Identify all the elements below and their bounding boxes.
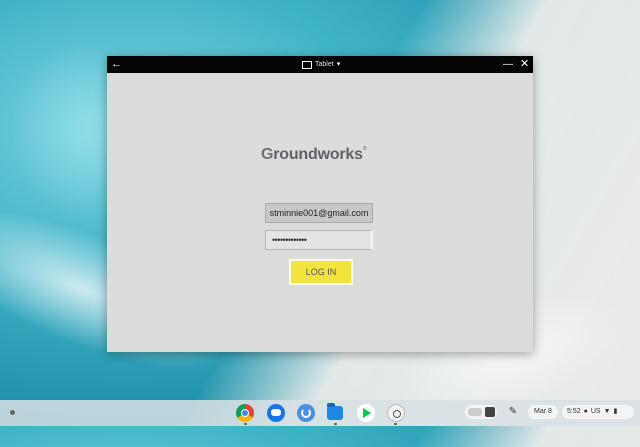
battery-icon: ▮ <box>613 408 618 415</box>
launcher-button[interactable] <box>8 408 17 417</box>
registered-mark: ® <box>362 146 367 152</box>
running-indicator <box>394 423 397 425</box>
tablet-icon <box>302 60 312 69</box>
window-mode-label: Tablet <box>315 61 334 68</box>
logo-text: roundworks <box>273 146 363 163</box>
locale-label: US <box>590 408 601 415</box>
files-icon[interactable] <box>327 403 343 420</box>
notification-icon: ● <box>583 408 588 415</box>
minimize-button[interactable]: — <box>503 57 513 72</box>
logo-first-letter: G <box>261 146 274 163</box>
date-pill[interactable]: Mar 8 <box>528 405 558 419</box>
app-icon[interactable] <box>387 404 405 422</box>
app-window: ← Tablet ▾ — ✕ Groundworks® stminnie001@… <box>107 56 533 352</box>
running-indicator <box>244 423 247 425</box>
stylus-toggle[interactable] <box>465 405 497 419</box>
stats-icon[interactable] <box>297 404 315 422</box>
chevron-down-icon: ▾ <box>336 61 341 68</box>
pen-icon[interactable]: ✎ <box>506 405 520 419</box>
running-indicator <box>334 423 337 425</box>
chrome-icon[interactable] <box>236 404 254 422</box>
chat-icon[interactable] <box>267 404 285 422</box>
window-mode-selector[interactable]: Tablet ▾ <box>302 59 340 70</box>
password-field[interactable]: ••••••••••••• <box>265 230 373 250</box>
window-titlebar: ← Tablet ▾ — ✕ <box>107 56 533 73</box>
login-button[interactable]: LOG IN <box>289 259 353 285</box>
email-field[interactable]: stminnie001@gmail.com <box>265 203 373 223</box>
status-tray[interactable]: 5:52 ● US ▼ ▮ <box>562 405 634 419</box>
close-button[interactable]: ✕ <box>520 57 529 72</box>
wifi-icon: ▼ <box>603 408 611 415</box>
play-store-icon[interactable] <box>357 404 375 422</box>
clock: 5:52 <box>567 408 581 415</box>
groundworks-logo: Groundworks® <box>261 146 367 164</box>
back-arrow-icon[interactable]: ← <box>111 57 122 72</box>
